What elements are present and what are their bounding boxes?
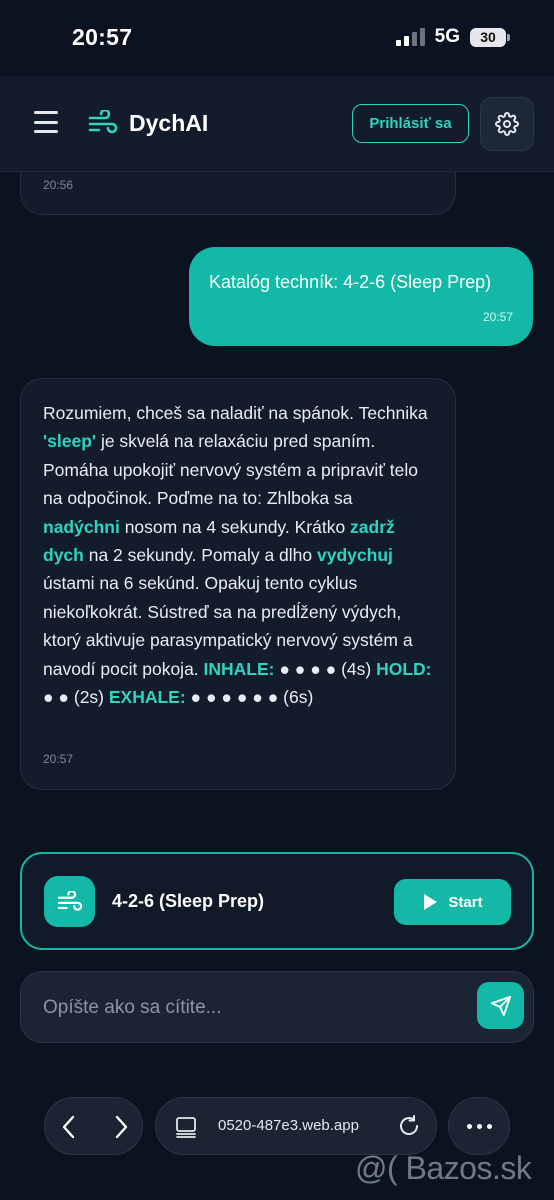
hold-dots: ● ● (2s) <box>43 687 109 708</box>
technique-card: 4-2-6 (Sleep Prep) Start <box>20 852 534 950</box>
exhale-dots: ● ● ● ● ● ● (6s) <box>185 687 314 708</box>
message-segment: nosom na 4 sekundy. Krátko <box>119 516 351 537</box>
message-time: 20:57 <box>43 752 74 766</box>
assistant-message-text: Rozumiem, chceš sa naladiť na spánok. Te… <box>43 399 433 711</box>
app-title: DychAI <box>129 110 209 136</box>
user-message-text: Katalóg techník: 4-2-6 (Sleep Prep) <box>209 272 492 292</box>
assistant-message-bubble: Rozumiem, chceš sa naladiť na spánok. Te… <box>20 378 456 790</box>
user-message-bubble: Katalóg techník: 4-2-6 (Sleep Prep) 20:5… <box>189 247 533 346</box>
message-input[interactable] <box>43 990 463 1026</box>
chevron-right-icon <box>115 1115 128 1139</box>
menu-icon[interactable] <box>34 111 58 133</box>
highlight-inhale: nadýchni <box>43 516 120 537</box>
send-icon <box>490 995 511 1016</box>
status-bar: 20:57 5G 30 <box>0 0 554 76</box>
technique-name: 4-2-6 (Sleep Prep) <box>112 891 265 911</box>
login-button[interactable]: Prihlásiť sa <box>352 104 469 143</box>
message-segment: na 2 sekundy. Pomaly a dlho <box>83 545 318 566</box>
inhale-dots: ● ● ● ● (4s) <box>274 658 377 679</box>
exhale-label: EXHALE: <box>108 687 186 708</box>
send-button[interactable] <box>477 982 524 1029</box>
message-segment: Rozumiem, chceš sa naladiť na spánok. Te… <box>43 403 428 423</box>
assistant-message-bubble: 20:56 <box>20 172 456 215</box>
status-indicators: 5G 30 <box>395 26 510 48</box>
forward-button[interactable] <box>106 1112 136 1142</box>
gear-icon <box>495 112 519 136</box>
message-time: 20:56 <box>43 178 74 192</box>
network-label: 5G <box>434 26 460 47</box>
url-text: 0520-487e3.web.app <box>218 1117 359 1134</box>
wind-logo-icon <box>88 110 118 134</box>
browser-nav <box>44 1097 143 1155</box>
battery-icon: 30 <box>470 27 510 47</box>
highlight-exhale: vydychuj <box>317 545 393 566</box>
more-button[interactable] <box>448 1097 510 1155</box>
signal-icon <box>395 28 425 46</box>
address-bar[interactable]: 0520-487e3.web.app <box>155 1097 437 1155</box>
highlight-technique: 'sleep' <box>43 431 97 452</box>
message-segment: je skvelá na relaxáciu pred spaním. Pomá… <box>43 431 418 509</box>
settings-button[interactable] <box>480 97 534 151</box>
message-composer <box>20 971 534 1043</box>
wind-icon <box>44 876 95 927</box>
play-icon <box>424 894 438 910</box>
chat-area[interactable]: 20:56 Katalóg techník: 4-2-6 (Sleep Prep… <box>0 172 554 852</box>
message-time: 20:57 <box>482 310 513 324</box>
reload-icon[interactable] <box>397 1114 421 1138</box>
tabs-icon[interactable] <box>174 1115 198 1139</box>
start-label: Start <box>448 893 483 911</box>
start-button[interactable]: Start <box>394 879 511 925</box>
hold-label: HOLD: <box>376 658 432 679</box>
status-time: 20:57 <box>72 24 133 50</box>
chevron-left-icon <box>62 1115 75 1139</box>
back-button[interactable] <box>54 1112 84 1142</box>
inhale-label: INHALE: <box>203 658 275 679</box>
watermark: @( Bazos.sk <box>355 1150 532 1186</box>
app-header: DychAI Prihlásiť sa <box>0 76 554 172</box>
